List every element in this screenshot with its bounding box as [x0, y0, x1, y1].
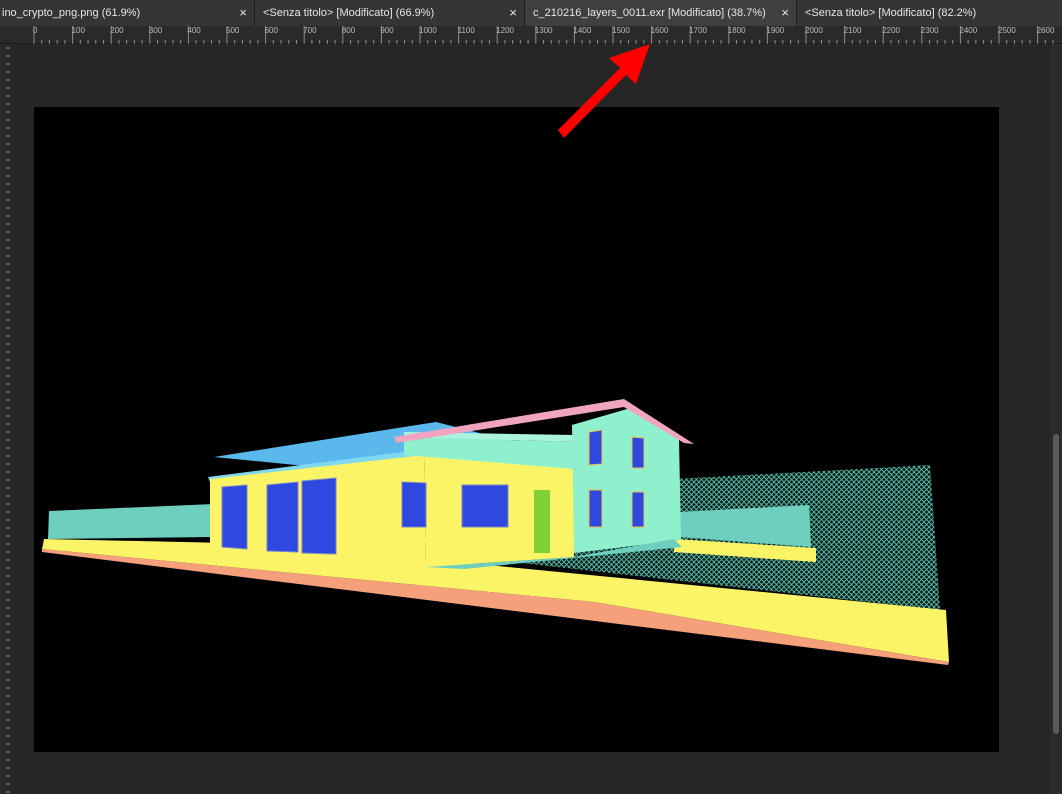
vertical-ruler[interactable] — [0, 44, 10, 794]
ruler-tick-label: 2600 — [1036, 26, 1055, 35]
tab-document-2[interactable]: <Senza titolo> [Modificato] (66.9%) × — [255, 0, 525, 26]
tab-document-1[interactable]: ino_crypto_png.png (61.9%) × — [0, 0, 255, 26]
tab-label: <Senza titolo> [Modificato] (82.2%) — [805, 7, 977, 19]
ruler-tick-label: 1800 — [727, 26, 746, 35]
close-icon[interactable]: × — [781, 0, 789, 26]
ruler-tick-label: 2000 — [805, 26, 823, 35]
close-icon[interactable]: × — [239, 0, 247, 26]
door — [534, 490, 550, 553]
horizontal-ruler[interactable]: 0 100 200 300 400 500 600 700 800 900 1000 1100 1200… — [0, 26, 1062, 44]
ruler-tick-label: 1200 — [496, 26, 514, 35]
tab-label: c_210216_layers_0011.exr [Modificato] (3… — [533, 7, 766, 19]
left-wall — [48, 504, 214, 539]
ruler-tick-label: 800 — [341, 26, 356, 35]
ruler-tick-label: 100 — [71, 26, 85, 35]
vertical-scrollbar[interactable] — [1050, 44, 1062, 794]
tab-document-4[interactable]: <Senza titolo> [Modificato] (82.2%) — [797, 0, 1062, 26]
vertical-ruler-ticks — [6, 47, 10, 793]
tab-label: <Senza titolo> [Modificato] (66.9%) — [263, 7, 435, 19]
ruler-tick-label: 2300 — [920, 26, 939, 35]
ruler-tick-label: 600 — [264, 26, 278, 35]
tab-label: ino_crypto_png.png (61.9%) — [2, 7, 141, 19]
ruler-tick-label: 1000 — [419, 26, 437, 35]
ruler-tick-label: 2400 — [959, 26, 978, 35]
ruler-tick-label: 2200 — [882, 26, 900, 35]
document-canvas[interactable] — [34, 107, 999, 752]
document-tab-bar: ino_crypto_png.png (61.9%) × <Senza tito… — [0, 0, 1062, 26]
ruler-tick-label: 2500 — [998, 26, 1016, 35]
annotation-arrow-icon — [558, 44, 650, 138]
ruler-tick-label: 400 — [187, 26, 201, 35]
ruler-tick-label: 300 — [148, 26, 163, 35]
tab-document-3-active[interactable]: c_210216_layers_0011.exr [Modificato] (3… — [525, 0, 797, 26]
ruler-tick-label: 900 — [380, 26, 394, 35]
ruler-tick-label: 0 — [33, 26, 38, 35]
ruler-tick-label: 500 — [226, 26, 240, 35]
ruler-tick-label: 1700 — [689, 26, 707, 35]
close-icon[interactable]: × — [509, 0, 517, 26]
ruler-tick-label: 2100 — [843, 26, 862, 35]
ruler-tick-label: 1900 — [766, 26, 785, 35]
ruler-tick-label: 700 — [303, 26, 317, 35]
ruler-tick-label: 200 — [110, 26, 124, 35]
render-image — [42, 399, 949, 665]
scrollbar-thumb[interactable] — [1053, 434, 1059, 734]
ruler-tick-label: 1100 — [457, 26, 475, 35]
